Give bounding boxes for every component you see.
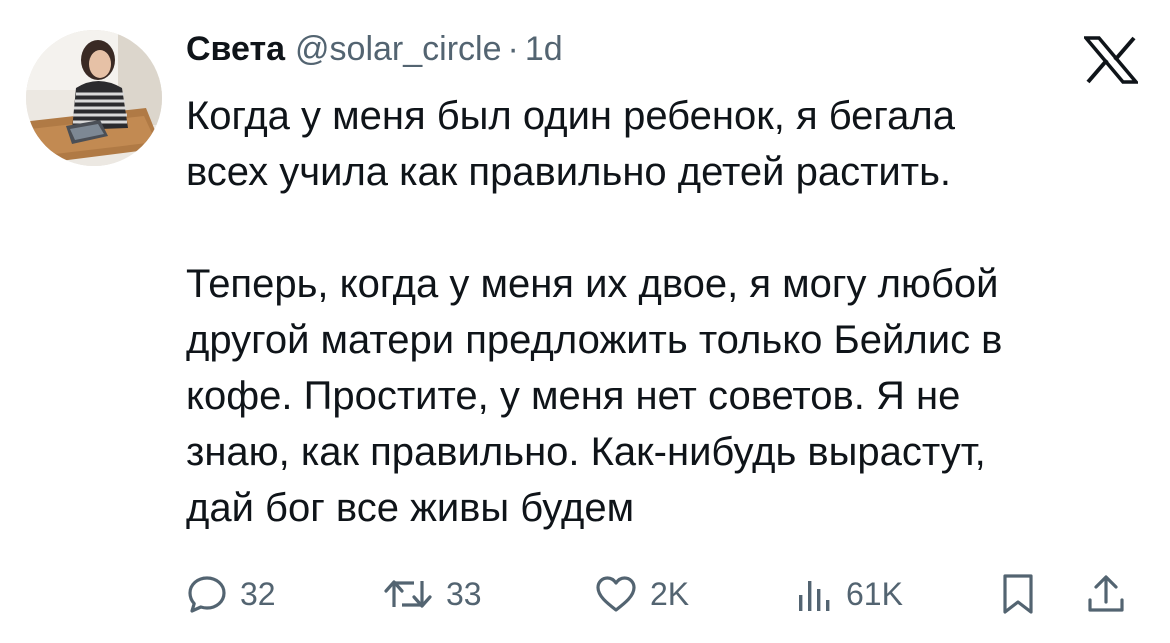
retweet-button[interactable]: 33 xyxy=(382,566,482,622)
avatar-photo xyxy=(26,30,162,166)
like-count: 2K xyxy=(650,575,690,612)
like-button[interactable]: 2K xyxy=(594,566,689,622)
x-logo-icon xyxy=(1082,36,1140,84)
reply-count: 32 xyxy=(240,575,276,612)
bookmark-icon xyxy=(1003,574,1033,614)
reply-icon xyxy=(188,576,226,613)
avatar[interactable] xyxy=(26,30,162,166)
separator-dot: · xyxy=(507,30,519,68)
tweet-paragraph-2: Теперь, когда у меня их двое, я могу люб… xyxy=(186,262,1003,530)
timestamp[interactable]: 1d xyxy=(525,30,563,69)
user-handle[interactable]: @solar_circle xyxy=(295,30,501,69)
display-name[interactable]: Света xyxy=(186,30,285,69)
retweet-icon xyxy=(384,580,432,608)
share-icon xyxy=(1088,575,1124,612)
share-button[interactable] xyxy=(1084,566,1128,622)
views-button[interactable]: 61K xyxy=(794,566,903,622)
reply-button[interactable]: 32 xyxy=(186,566,276,622)
tweet-card: Света @solar_circle · 1d Когда у меня бы… xyxy=(0,0,1170,643)
retweet-count: 33 xyxy=(446,575,482,612)
views-icon xyxy=(799,581,830,611)
views-count: 61K xyxy=(846,575,903,612)
tweet-paragraph-1: Когда у меня был один ребенок, я бегала … xyxy=(186,94,955,194)
tweet-header: Света @solar_circle · 1d xyxy=(186,30,563,74)
heart-icon xyxy=(596,576,636,612)
tweet-text: Когда у меня был один ребенок, я бегала … xyxy=(186,88,1146,536)
bookmark-button[interactable] xyxy=(998,566,1038,622)
action-bar: 32 33 2K 61K xyxy=(186,566,1146,622)
